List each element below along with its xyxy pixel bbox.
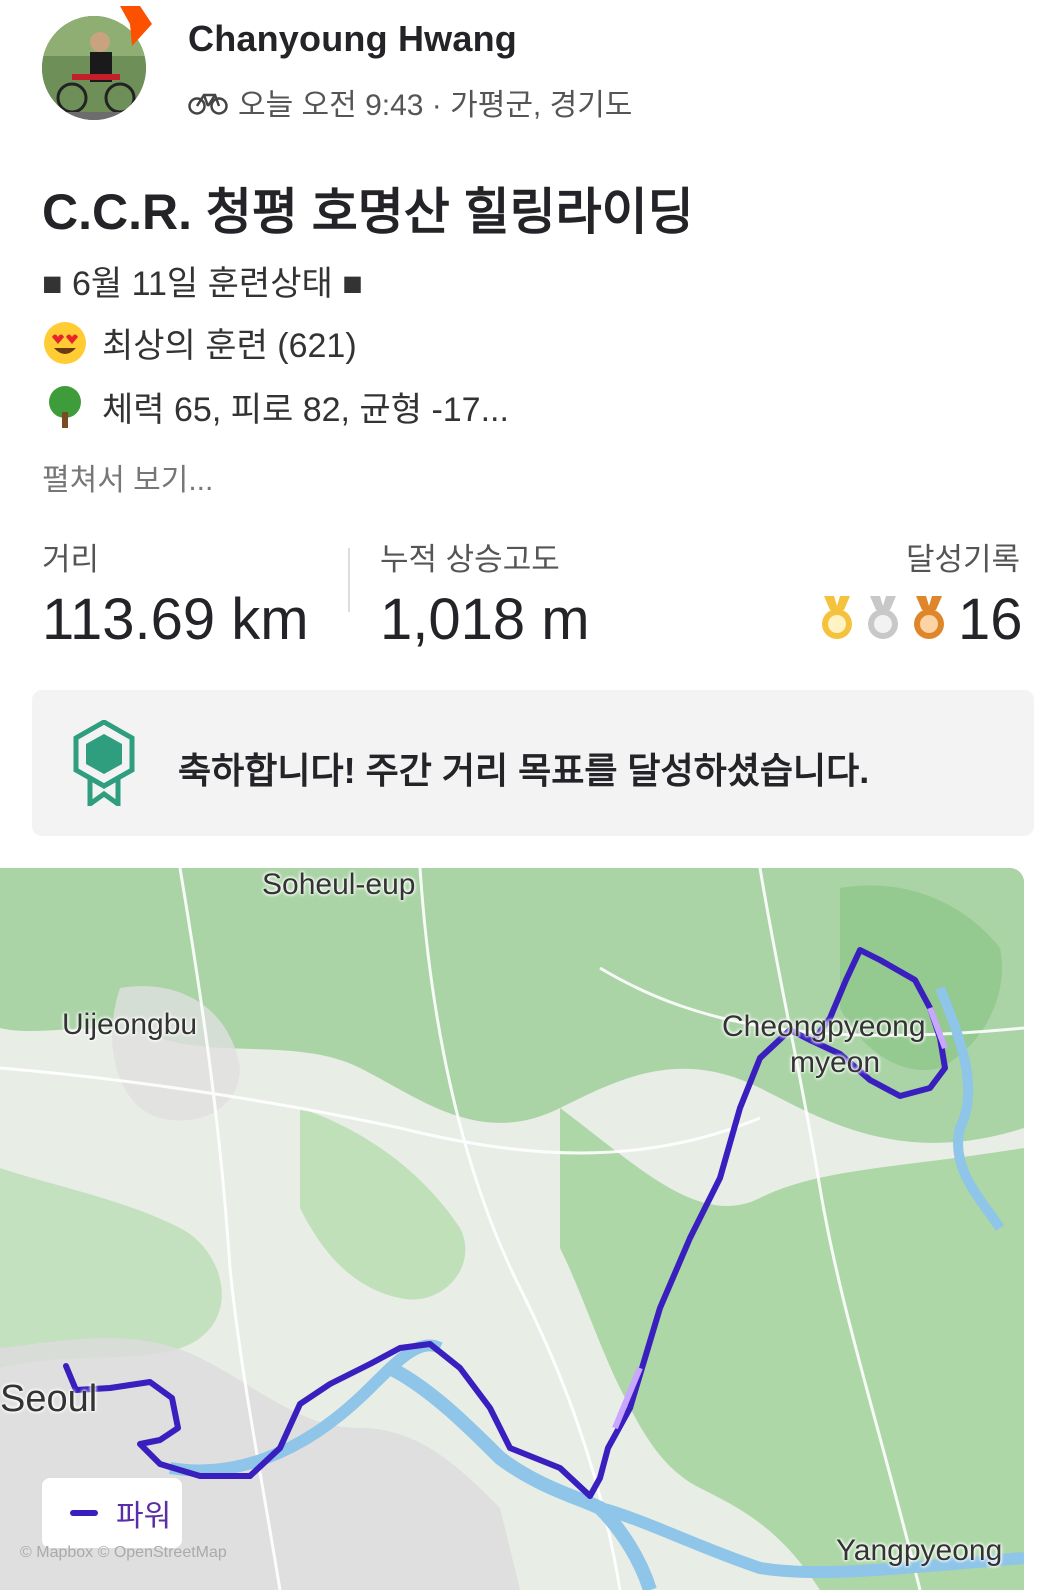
map-label-soheul: Soheul-eup bbox=[262, 868, 416, 901]
tree-emoji-icon bbox=[49, 385, 81, 428]
heart-eyes-emoji-icon bbox=[44, 321, 86, 364]
gold-medal-icon bbox=[822, 596, 852, 639]
description-line-1: ■ 6월 11일 훈련상태 ■ bbox=[42, 256, 363, 305]
description-line-2-text: 최상의 훈련 (621) bbox=[102, 327, 357, 365]
map-label-seoul: Seoul bbox=[0, 1378, 98, 1420]
achievements-label: 달성기록 bbox=[906, 542, 1021, 577]
legend-label: 파워 bbox=[116, 1500, 172, 1533]
goal-banner-text: 축하합니다! 주간 거리 목표를 달성하셨습니다. bbox=[178, 750, 870, 791]
activity-meta-text: 오늘 오전 9:43 · 가평군, 경기도 bbox=[238, 89, 633, 122]
legend-swatch bbox=[70, 1510, 98, 1516]
strava-badge-icon bbox=[120, 6, 152, 46]
distance-label: 거리 bbox=[42, 542, 100, 577]
map-label-cheongpyeong: Cheongpyeong bbox=[722, 1010, 926, 1043]
goal-banner[interactable]: 축하합니다! 주간 거리 목표를 달성하셨습니다. bbox=[32, 690, 1034, 836]
stat-divider bbox=[348, 548, 350, 612]
silver-medal-icon bbox=[868, 596, 898, 639]
distance-value: 113.69 km bbox=[42, 587, 309, 652]
elevation-value: 1,018 m bbox=[380, 587, 590, 652]
bike-icon bbox=[188, 93, 228, 115]
bronze-medal-icon bbox=[914, 596, 944, 639]
description-line-3-text: 체력 65, 피로 82, 균형 -17... bbox=[102, 391, 509, 429]
activity-title[interactable]: C.C.R. 청평 호명산 힐링라이딩 bbox=[42, 172, 694, 244]
activity-meta: 오늘 오전 9:43 · 가평군, 경기도 bbox=[188, 80, 632, 124]
description-line-3: 체력 65, 피로 82, 균형 -17... bbox=[42, 382, 509, 431]
description-line-2: 최상의 훈련 (621) bbox=[42, 318, 357, 367]
map-label-uijeongbu: Uijeongbu bbox=[62, 1008, 198, 1041]
map-label-yangpyeong: Yangpyeong bbox=[836, 1534, 1003, 1567]
map-label-cheongpyeong-myeon: myeon bbox=[790, 1046, 881, 1079]
map-legend[interactable]: 파워 bbox=[42, 1478, 182, 1548]
expand-description-link[interactable]: 펼쳐서 보기... bbox=[42, 455, 213, 499]
achievements-count: 16 bbox=[958, 587, 1023, 652]
description-line-1-text: ■ 6월 11일 훈련상태 ■ bbox=[42, 265, 363, 303]
goal-badge-icon bbox=[73, 720, 135, 806]
elevation-label: 누적 상승고도 bbox=[380, 542, 560, 577]
activity-header: Chanyoung Hwang 오늘 오전 9:43 · 가평군, 경기도 bbox=[0, 0, 1048, 140]
map-attribution: © Mapbox © OpenStreetMap bbox=[20, 1544, 227, 1561]
user-name[interactable]: Chanyoung Hwang bbox=[188, 18, 517, 60]
medals[interactable] bbox=[818, 596, 948, 640]
route-map[interactable]: Soheul-eup Uijeongbu Cheongpyeong myeon … bbox=[0, 868, 1024, 1590]
